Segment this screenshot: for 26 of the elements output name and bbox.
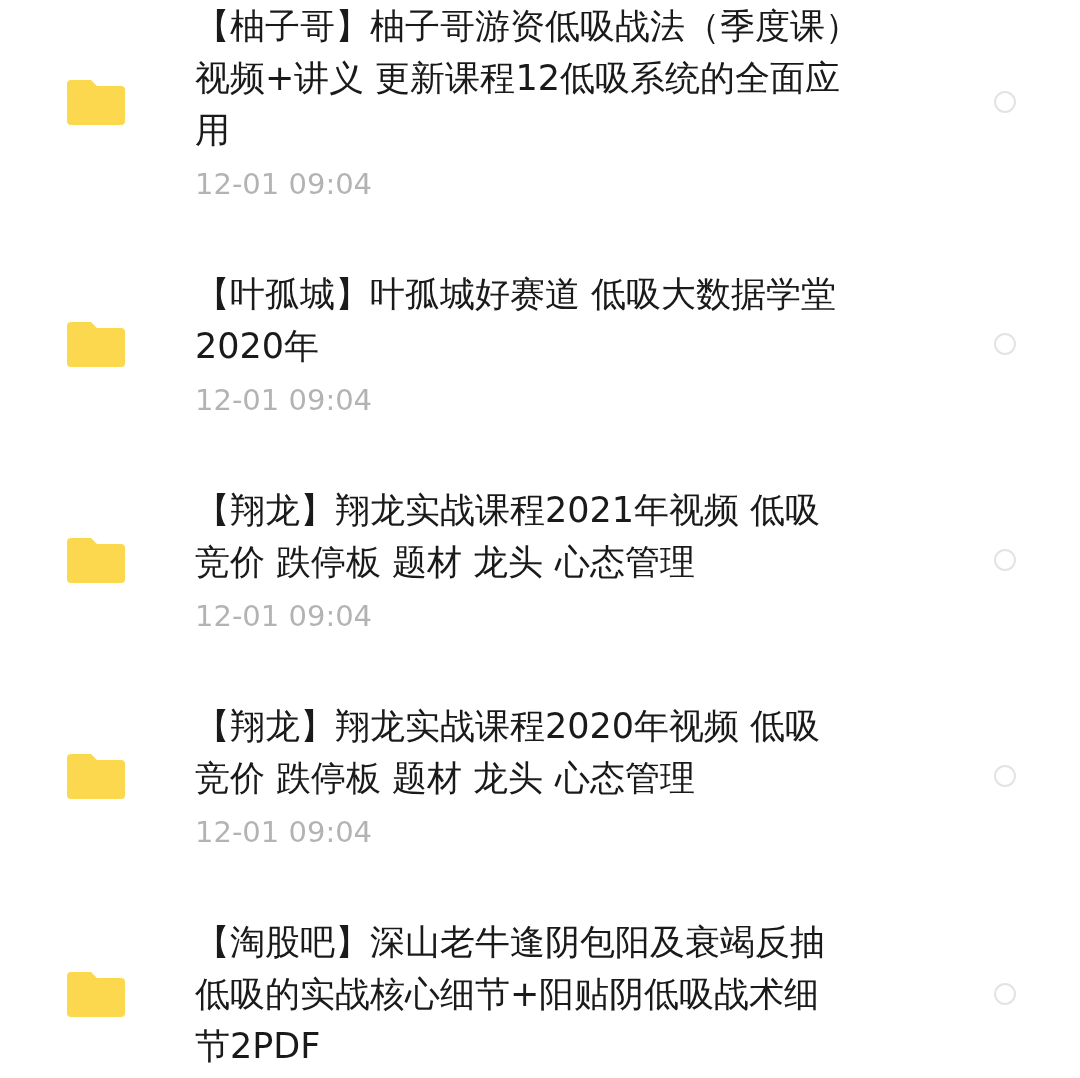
file-name: 用: [195, 109, 230, 152]
file-name: 【翔龙】翔龙实战课程2021年视频 低吸: [195, 489, 821, 532]
file-name: 【翔龙】翔龙实战课程2020年视频 低吸: [195, 705, 821, 748]
file-date: 12-01 09:04: [195, 814, 373, 851]
select-radio[interactable]: [994, 91, 1016, 113]
file-name: 竞价 跌停板 题材 龙头 心态管理: [195, 757, 695, 800]
file-name: 节2PDF: [195, 1025, 321, 1068]
file-name: 2020年: [195, 325, 320, 368]
folder-icon: [67, 753, 125, 799]
file-name: 低吸的实战核心细节+阳贴阴低吸战术细: [195, 973, 820, 1016]
file-name: 【淘股吧】深山老牛逢阴包阳及衰竭反抽: [195, 921, 825, 964]
file-date: 12-01 09:04: [195, 598, 373, 635]
folder-icon: [67, 79, 125, 125]
select-radio[interactable]: [994, 549, 1016, 571]
file-name: 视频+讲义 更新课程12低吸系统的全面应: [195, 57, 840, 100]
file-name: 竞价 跌停板 题材 龙头 心态管理: [195, 541, 695, 584]
folder-icon: [67, 321, 125, 367]
select-radio[interactable]: [994, 333, 1016, 355]
select-radio[interactable]: [994, 765, 1016, 787]
select-radio[interactable]: [994, 983, 1016, 1005]
file-name: 【叶孤城】叶孤城好赛道 低吸大数据学堂: [195, 273, 837, 316]
folder-icon: [67, 971, 125, 1017]
file-date: 12-01 09:04: [195, 382, 373, 419]
folder-icon: [67, 537, 125, 583]
file-date: 12-01 09:04: [195, 166, 373, 203]
file-name: 【柚子哥】柚子哥游资低吸战法（季度课）: [195, 5, 860, 48]
